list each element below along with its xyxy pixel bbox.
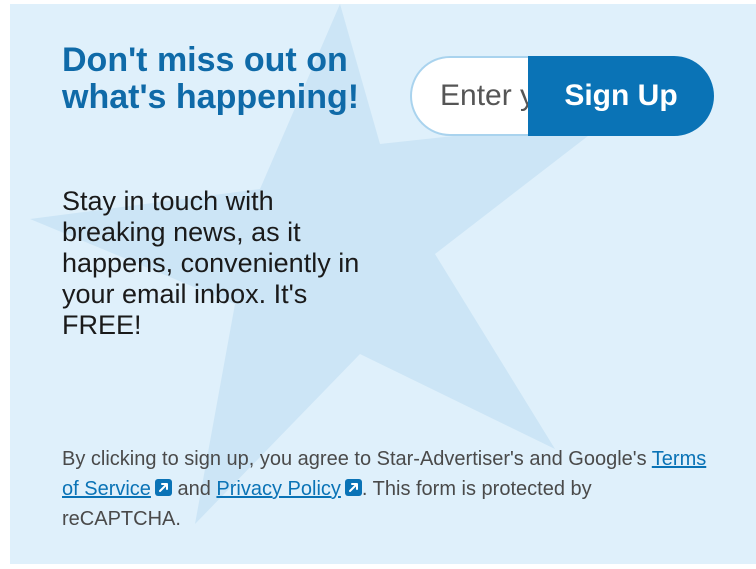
- email-input[interactable]: [410, 56, 528, 136]
- legal-notice: By clicking to sign up, you agree to Sta…: [62, 444, 712, 534]
- sign-up-button[interactable]: Sign Up: [528, 56, 714, 136]
- headline: Don't miss out on what's happening!: [62, 41, 360, 116]
- legal-and-text: and: [171, 478, 217, 500]
- external-link-icon: [344, 479, 362, 496]
- signup-form: Sign Up: [410, 56, 714, 136]
- privacy-policy-label: Privacy Policy: [216, 478, 341, 500]
- privacy-policy-link[interactable]: Privacy Policy: [216, 478, 340, 500]
- description: Stay in touch with breaking news, as it …: [62, 186, 360, 340]
- newsletter-signup-panel: Don't miss out on what's happening! Stay…: [10, 4, 756, 564]
- legal-text-before: By clicking to sign up, you agree to Sta…: [62, 448, 652, 470]
- external-link-icon: [154, 479, 172, 496]
